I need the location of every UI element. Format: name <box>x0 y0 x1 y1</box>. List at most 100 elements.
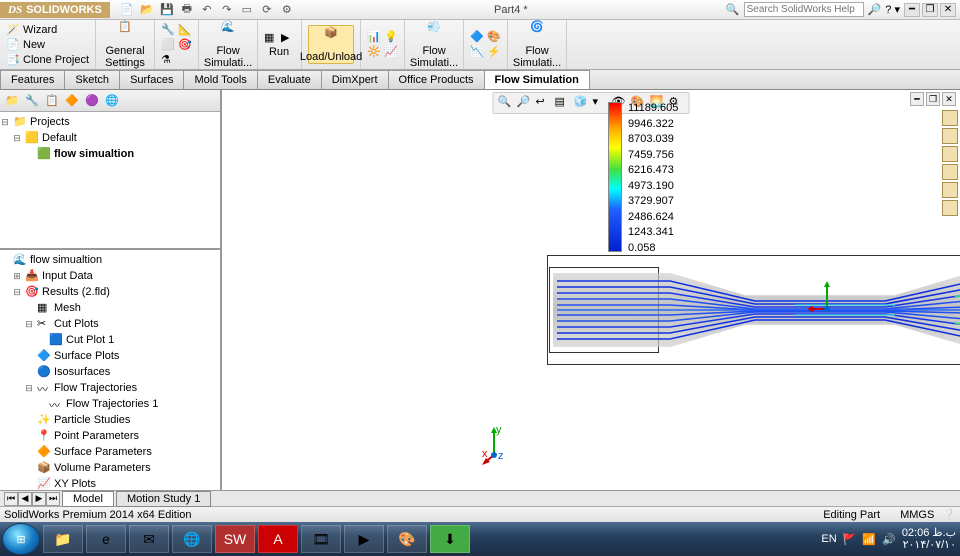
taskpane-view-icon[interactable] <box>942 164 958 180</box>
tab-icon-6[interactable]: 🌐 <box>103 92 121 110</box>
status-help-icon[interactable]: ❔ <box>942 508 956 521</box>
display-style-icon[interactable]: ▾ <box>593 95 609 111</box>
tn-root[interactable]: 🌊flow simualtion <box>0 252 220 268</box>
select-icon[interactable]: ▭ <box>238 2 256 18</box>
tb-acrobat[interactable]: A <box>258 525 298 553</box>
taskpane-explorer-icon[interactable] <box>942 146 958 162</box>
tab-flowsim[interactable]: Flow Simulation <box>484 70 590 89</box>
scroll-prev[interactable]: ◀ <box>18 492 32 506</box>
tab-sketch[interactable]: Sketch <box>64 70 120 89</box>
redo-icon[interactable]: ↷ <box>218 2 236 18</box>
icon-f[interactable]: 📊 <box>367 30 381 44</box>
icon-i[interactable]: 📈 <box>384 45 398 59</box>
flow-sim-button-1[interactable]: 🌊Flow Simulati... <box>205 20 251 69</box>
icon-b[interactable]: 📐 <box>178 23 192 37</box>
status-units[interactable]: MMGS <box>900 509 934 521</box>
view-orient-icon[interactable]: 🧊 <box>574 95 590 111</box>
tb-movie[interactable]: 🎞 <box>301 525 341 553</box>
tb-ie[interactable]: e <box>86 525 126 553</box>
help-search-input[interactable] <box>744 2 864 17</box>
scroll-last[interactable]: ⏭ <box>46 492 60 506</box>
view-triad[interactable]: y x z <box>482 425 522 465</box>
mesh-icon[interactable]: ▦ <box>264 31 278 45</box>
scroll-first[interactable]: ⏮ <box>4 492 18 506</box>
new-doc-icon[interactable]: 📄 <box>118 2 136 18</box>
tab-surfaces[interactable]: Surfaces <box>119 70 184 89</box>
color-legend[interactable]: 11189.6059946.3228703.039 7459.7566216.4… <box>608 102 678 254</box>
tb-chrome[interactable]: 🌐 <box>172 525 212 553</box>
tab-icon-3[interactable]: 📋 <box>43 92 61 110</box>
wizard-button[interactable]: 🪄Wizard <box>6 23 89 37</box>
clone-button[interactable]: 📑Clone Project <box>6 53 89 67</box>
tab-evaluate[interactable]: Evaluate <box>257 70 322 89</box>
tn-default[interactable]: ⊟🟨Default <box>0 130 220 146</box>
tray-net-icon[interactable]: 📶 <box>862 533 876 546</box>
tn-point[interactable]: 📍Point Parameters <box>0 428 220 444</box>
tray-lang[interactable]: EN <box>821 533 836 545</box>
icon-e[interactable]: ⚗ <box>161 53 175 67</box>
model-tab[interactable]: Model <box>62 491 114 507</box>
tn-surfp[interactable]: 🔶Surface Parameters <box>0 444 220 460</box>
flow-sim-button-3[interactable]: 🌀Flow Simulati... <box>514 20 560 69</box>
help-dropdown-icon[interactable]: ? ▾ <box>885 3 900 16</box>
icon-a[interactable]: 🔧 <box>161 23 175 37</box>
tab-features[interactable]: Features <box>0 70 65 89</box>
restore-button[interactable]: ❐ <box>922 3 938 17</box>
tb-idm[interactable]: ⬇ <box>430 525 470 553</box>
flow-sim-button-2[interactable]: 💨Flow Simulati... <box>411 20 457 69</box>
zoom-fit-icon[interactable]: 🔍 <box>498 95 514 111</box>
tn-surf[interactable]: 🔷Surface Plots <box>0 348 220 364</box>
tn-projects[interactable]: ⊟📁Projects <box>0 114 220 130</box>
tn-iso[interactable]: 🔵Isosurfaces <box>0 364 220 380</box>
tb-explorer[interactable]: 📁 <box>43 525 83 553</box>
vp-min[interactable]: ━ <box>910 92 924 106</box>
icon-j[interactable]: 🔷 <box>470 30 484 44</box>
taskpane-appearance-icon[interactable] <box>942 182 958 198</box>
tn-volp[interactable]: 📦Volume Parameters <box>0 460 220 476</box>
options-icon[interactable]: ⚙ <box>278 2 296 18</box>
tn-cut[interactable]: ⊟✂Cut Plots <box>0 316 220 332</box>
tab-office[interactable]: Office Products <box>388 70 485 89</box>
vp-close[interactable]: ✕ <box>942 92 956 106</box>
icon-m[interactable]: ⚡ <box>487 45 501 59</box>
tn-cut1[interactable]: 🟦Cut Plot 1 <box>0 332 220 348</box>
new-button[interactable]: 📄New <box>6 38 89 52</box>
tn-part[interactable]: ✨Particle Studies <box>0 412 220 428</box>
load-unload-button[interactable]: 📦Load/Unload <box>308 25 354 64</box>
section-icon[interactable]: ▤ <box>555 95 571 111</box>
tray-flag-icon[interactable]: 🚩 <box>843 533 857 546</box>
save-icon[interactable]: 💾 <box>158 2 176 18</box>
tab-dimxpert[interactable]: DimXpert <box>321 70 389 89</box>
tn-sim[interactable]: 🟩flow simualtion <box>0 146 220 162</box>
tn-mesh[interactable]: ▦Mesh <box>0 300 220 316</box>
icon-k[interactable]: 🎨 <box>487 30 501 44</box>
tb-thunderbird[interactable]: ✉ <box>129 525 169 553</box>
icon-l[interactable]: 📉 <box>470 45 484 59</box>
tab-mold[interactable]: Mold Tools <box>183 70 257 89</box>
scroll-next[interactable]: ▶ <box>32 492 46 506</box>
undo-icon[interactable]: ↶ <box>198 2 216 18</box>
search-go-icon[interactable]: 🔎 <box>868 3 882 16</box>
start-button[interactable]: ⊞ <box>2 523 40 555</box>
tn-input[interactable]: ⊞📥Input Data <box>0 268 220 284</box>
motion-tab[interactable]: Motion Study 1 <box>116 491 211 507</box>
minimize-button[interactable]: ━ <box>904 3 920 17</box>
tab-icon-2[interactable]: 🔧 <box>23 92 41 110</box>
tray-vol-icon[interactable]: 🔊 <box>882 533 896 546</box>
play-icon[interactable]: ▶ <box>281 31 295 45</box>
icon-c[interactable]: ⬜ <box>161 38 175 52</box>
open-icon[interactable]: 📂 <box>138 2 156 18</box>
tab-icon-1[interactable]: 📁 <box>3 92 21 110</box>
vp-max[interactable]: ❐ <box>926 92 940 106</box>
tab-icon-4[interactable]: 🔶 <box>63 92 81 110</box>
close-button[interactable]: ✕ <box>940 3 956 17</box>
tb-sw[interactable]: SW <box>215 525 255 553</box>
tn-results[interactable]: ⊟🎯Results (2.fld) <box>0 284 220 300</box>
prev-view-icon[interactable]: ↩ <box>536 95 552 111</box>
tab-icon-5[interactable]: 🟣 <box>83 92 101 110</box>
taskpane-lib-icon[interactable] <box>942 128 958 144</box>
tray-clock[interactable]: 02:06 ب.ظ۲۰۱۴/۰۷/۱۰ <box>902 527 956 551</box>
general-settings-button[interactable]: 📋General Settings <box>102 20 148 69</box>
zoom-area-icon[interactable]: 🔎 <box>517 95 533 111</box>
taskpane-home-icon[interactable] <box>942 110 958 126</box>
